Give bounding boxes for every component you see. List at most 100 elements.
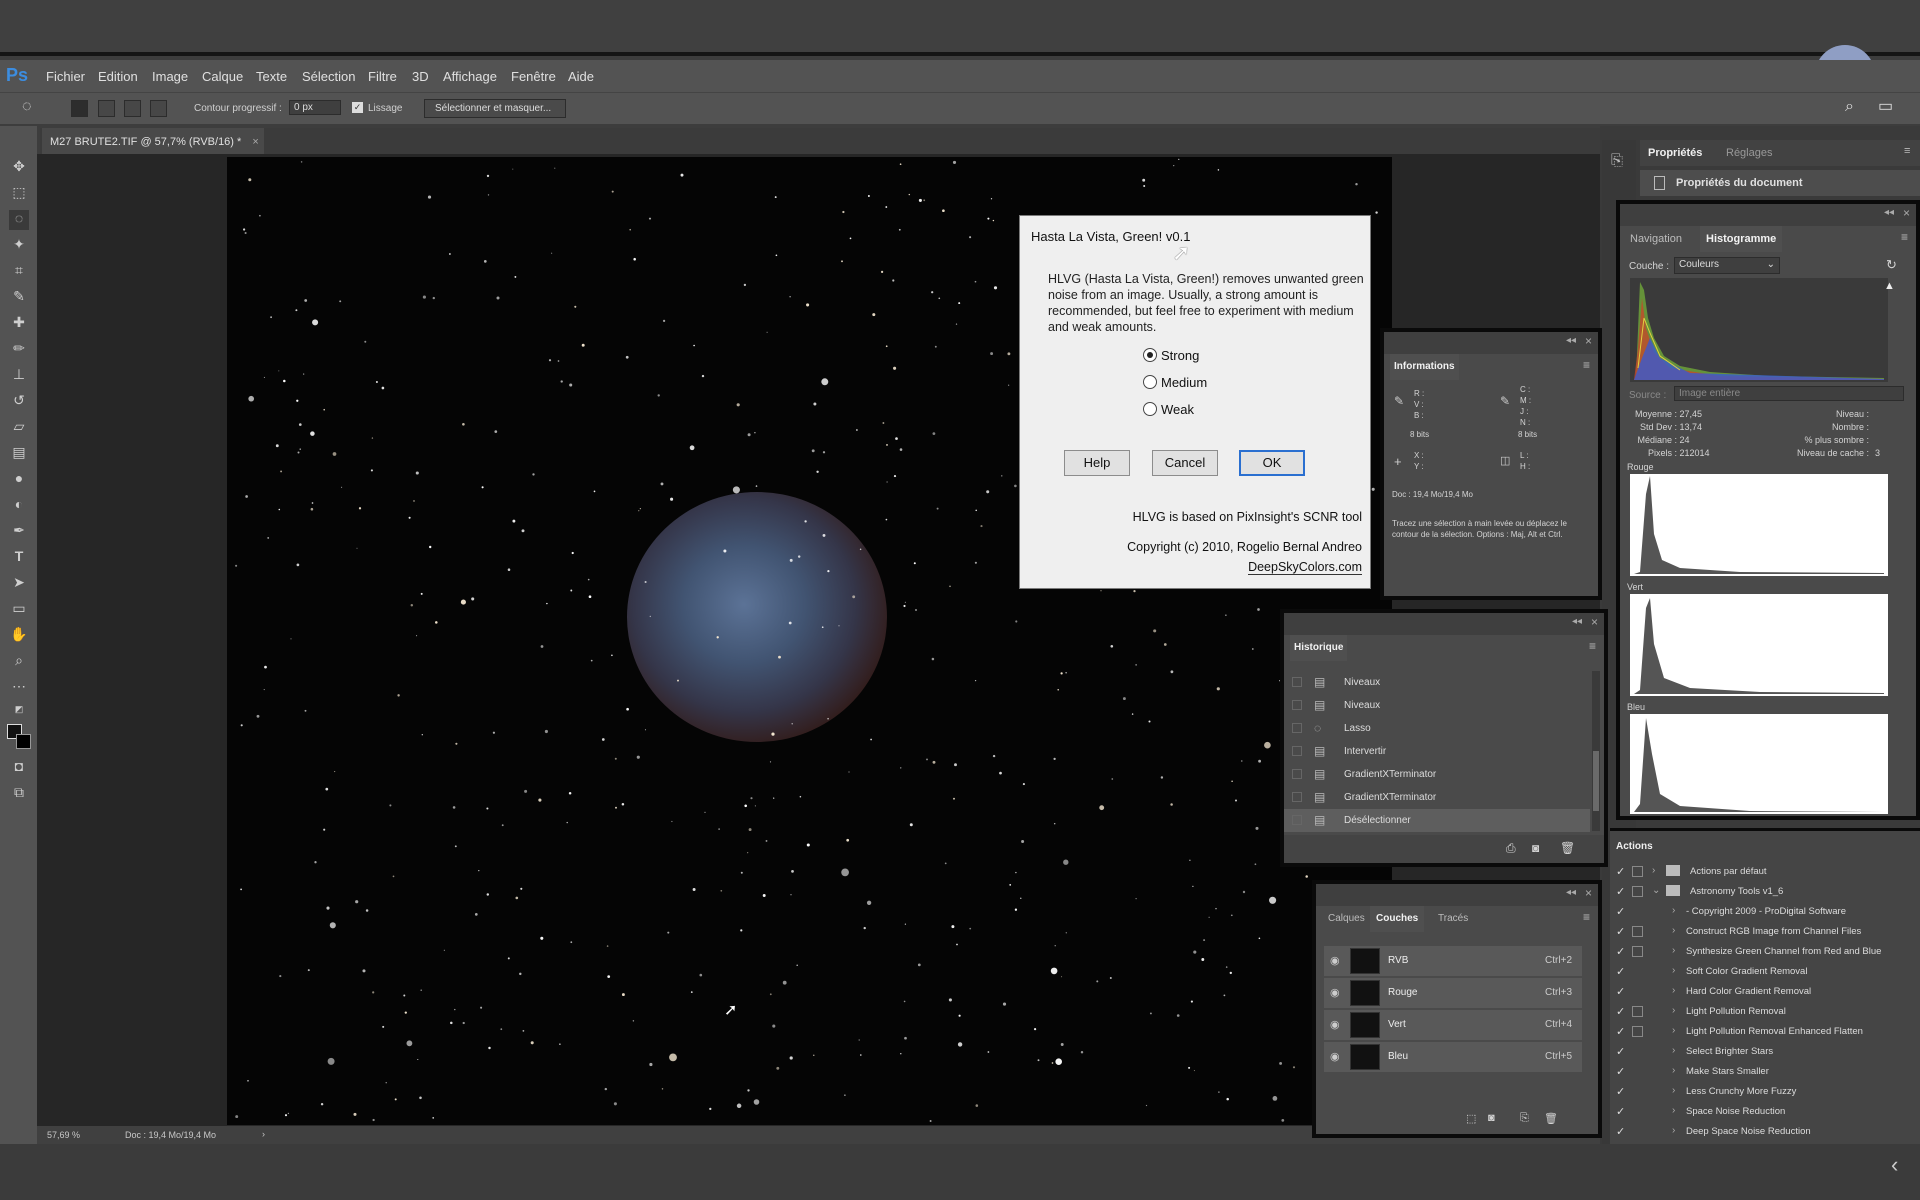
history-item[interactable]: ▤ Niveaux bbox=[1284, 671, 1590, 694]
menu-image[interactable]: Image bbox=[152, 69, 188, 84]
menu-calque[interactable]: Calque bbox=[202, 69, 243, 84]
action-item[interactable]: ✓ › Less Crunchy More Fuzzy bbox=[1610, 1082, 1920, 1102]
document-tab[interactable]: M27 BRUTE2.TIF @ 57,7% (RVB/16) * × bbox=[42, 128, 264, 154]
tab-adjustments[interactable]: Réglages bbox=[1726, 147, 1772, 159]
workspace-icon[interactable]: ▭ bbox=[1878, 99, 1893, 115]
crop-tool-icon[interactable]: ⌗ bbox=[9, 262, 29, 282]
path-selection-icon[interactable]: ➤ bbox=[9, 574, 29, 594]
chevron-right-icon[interactable]: › bbox=[1672, 985, 1675, 996]
chevron-right-icon[interactable]: › bbox=[1672, 1105, 1675, 1116]
zoom-level[interactable]: 57,69 % bbox=[47, 1130, 80, 1140]
scroll-thumb[interactable] bbox=[1593, 751, 1599, 811]
history-dock-icon[interactable]: ⎘ bbox=[1611, 152, 1623, 169]
menu-edition[interactable]: Edition bbox=[98, 69, 138, 84]
action-item[interactable]: ✓ › Soft Color Gradient Removal bbox=[1610, 962, 1920, 982]
default-colors-icon[interactable]: ◩ bbox=[9, 704, 29, 724]
check-icon[interactable]: ✓ bbox=[1616, 925, 1625, 938]
collapse-icon[interactable]: ◂◂ bbox=[1566, 887, 1576, 898]
radio-medium[interactable]: Medium bbox=[1143, 375, 1207, 390]
load-selection-icon[interactable]: ⬚ bbox=[1466, 1112, 1476, 1125]
radio-button[interactable] bbox=[1143, 402, 1157, 416]
status-arrow-icon[interactable]: › bbox=[262, 1129, 265, 1139]
new-document-icon[interactable]: ⎙ bbox=[1506, 841, 1516, 856]
dialog-toggle-icon[interactable] bbox=[1632, 1026, 1643, 1037]
search-icon[interactable]: ⌕ bbox=[1845, 99, 1854, 115]
save-selection-icon[interactable]: ◙ bbox=[1488, 1112, 1495, 1124]
rectangle-tool-icon[interactable]: ▭ bbox=[9, 600, 29, 620]
deepskycolors-link[interactable]: DeepSkyColors.com bbox=[1248, 560, 1362, 575]
radio-strong[interactable]: Strong bbox=[1143, 348, 1199, 363]
menu-3d[interactable]: 3D bbox=[412, 69, 429, 84]
action-item[interactable]: ✓ › Synthesize Green Channel from Red and … bbox=[1610, 942, 1920, 962]
chevron-right-icon[interactable]: › bbox=[1672, 1005, 1675, 1016]
more-tools-icon[interactable]: ⋯ bbox=[9, 678, 29, 698]
chevron-down-icon[interactable]: ⌄ bbox=[1652, 885, 1660, 896]
menu-fichier[interactable]: Fichier bbox=[46, 69, 85, 84]
dialog-toggle-icon[interactable] bbox=[1632, 886, 1643, 897]
chevron-right-icon[interactable]: › bbox=[1672, 1085, 1675, 1096]
antialias-checkbox[interactable]: ✓ bbox=[352, 102, 363, 113]
trash-icon[interactable]: 🗑 bbox=[1560, 841, 1575, 855]
action-item[interactable]: ✓ › Space Noise Reduction bbox=[1610, 1102, 1920, 1122]
check-icon[interactable]: ✓ bbox=[1616, 1125, 1625, 1138]
dialog-toggle-icon[interactable] bbox=[1632, 1006, 1643, 1017]
help-button[interactable]: Help bbox=[1064, 450, 1130, 476]
close-icon[interactable]: × bbox=[1585, 334, 1592, 348]
pen-tool-icon[interactable]: ✒ bbox=[9, 522, 29, 542]
chevron-left-icon[interactable]: ‹ bbox=[1891, 1152, 1898, 1178]
check-icon[interactable]: ✓ bbox=[1616, 945, 1625, 958]
history-source-checkbox[interactable] bbox=[1292, 700, 1302, 710]
check-icon[interactable]: ✓ bbox=[1616, 1005, 1625, 1018]
panel-menu-icon[interactable]: ≡ bbox=[1583, 358, 1590, 372]
new-selection-icon[interactable] bbox=[71, 100, 88, 117]
chevron-right-icon[interactable]: › bbox=[1672, 945, 1675, 956]
collapse-icon[interactable]: ◂◂ bbox=[1572, 616, 1582, 627]
tab-paths[interactable]: Tracés bbox=[1438, 906, 1468, 932]
eye-icon[interactable]: ◉ bbox=[1330, 954, 1340, 967]
menu-texte[interactable]: Texte bbox=[256, 69, 287, 84]
history-source-checkbox[interactable] bbox=[1292, 769, 1302, 779]
chevron-right-icon[interactable]: › bbox=[1672, 1045, 1675, 1056]
history-source-checkbox[interactable] bbox=[1292, 792, 1302, 802]
lasso-tool-icon[interactable]: ◌ bbox=[9, 210, 29, 230]
trash-icon[interactable]: 🗑 bbox=[1544, 1112, 1558, 1125]
close-icon[interactable]: × bbox=[1591, 615, 1598, 629]
feather-input[interactable]: 0 px bbox=[289, 100, 341, 115]
lasso-tool-icon[interactable]: ◌ bbox=[22, 99, 32, 115]
healing-brush-icon[interactable]: ✚ bbox=[9, 314, 29, 334]
channel-row[interactable]: ◉ Vert Ctrl+4 bbox=[1324, 1010, 1582, 1040]
blur-tool-icon[interactable]: ● bbox=[9, 470, 29, 490]
menu-fenetre[interactable]: Fenêtre bbox=[511, 69, 556, 84]
marquee-tool-icon[interactable]: ⬚ bbox=[9, 184, 29, 204]
history-item[interactable]: ▤ Niveaux bbox=[1284, 694, 1590, 717]
eye-icon[interactable]: ◉ bbox=[1330, 986, 1340, 999]
action-item[interactable]: ✓ › Deep Space Noise Reduction bbox=[1610, 1122, 1920, 1142]
action-item[interactable]: ✓ › Hard Color Gradient Removal bbox=[1610, 982, 1920, 1002]
chevron-right-icon[interactable]: › bbox=[1672, 905, 1675, 916]
action-item[interactable]: ✓ › - Copyright 2009 - ProDigital Software bbox=[1610, 902, 1920, 922]
check-icon[interactable]: ✓ bbox=[1616, 1025, 1625, 1038]
panel-menu-icon[interactable]: ≡ bbox=[1589, 639, 1596, 653]
close-icon[interactable]: × bbox=[1585, 886, 1592, 900]
tab-navigation[interactable]: Navigation bbox=[1630, 226, 1682, 252]
check-icon[interactable]: ✓ bbox=[1616, 985, 1625, 998]
close-icon[interactable]: × bbox=[1903, 206, 1910, 220]
chevron-right-icon[interactable]: › bbox=[1672, 1125, 1675, 1136]
history-item[interactable]: ▤ GradientXTerminator bbox=[1284, 786, 1590, 809]
history-item[interactable]: ◌ Lasso bbox=[1284, 717, 1590, 740]
document-tab-close-icon[interactable]: × bbox=[252, 136, 258, 148]
ok-button[interactable]: OK bbox=[1239, 450, 1305, 476]
eyedropper-icon[interactable]: ✎ bbox=[9, 288, 29, 308]
channel-row[interactable]: ◉ Rouge Ctrl+3 bbox=[1324, 978, 1582, 1008]
panel-menu-icon[interactable]: ≡ bbox=[1583, 910, 1590, 924]
chevron-right-icon[interactable]: › bbox=[1672, 925, 1675, 936]
menu-affichage[interactable]: Affichage bbox=[443, 69, 497, 84]
background-color-swatch[interactable] bbox=[16, 734, 31, 749]
chevron-right-icon[interactable]: › bbox=[1652, 865, 1655, 876]
menu-aide[interactable]: Aide bbox=[568, 69, 594, 84]
move-tool-icon[interactable]: ✥ bbox=[9, 158, 29, 178]
gradient-tool-icon[interactable]: ▤ bbox=[9, 444, 29, 464]
history-source-checkbox[interactable] bbox=[1292, 677, 1302, 687]
eraser-icon[interactable]: ▱ bbox=[9, 418, 29, 438]
menu-filtre[interactable]: Filtre bbox=[368, 69, 397, 84]
